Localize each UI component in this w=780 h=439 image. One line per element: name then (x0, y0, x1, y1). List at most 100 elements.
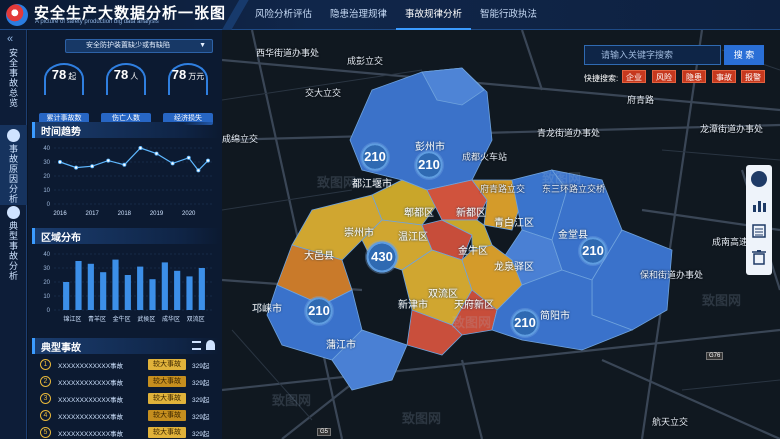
bar (100, 272, 107, 310)
place-label: 西华街道办事处 (256, 48, 320, 58)
bar (87, 263, 94, 310)
side-tabs: « 安全事故总览 事故原因分析 典型事故分析 (0, 30, 27, 439)
bar (149, 279, 156, 310)
count-bubble[interactable]: 210 (360, 142, 390, 172)
bar-chart-icon[interactable] (751, 197, 767, 213)
quick-tag-accident[interactable]: 事故 (712, 70, 736, 83)
bar (161, 262, 168, 310)
stat-value: 78 人 (113, 67, 139, 82)
stat-loss: 78 万元 经济损失 (162, 63, 214, 125)
data-point (186, 155, 191, 160)
data-point (106, 158, 111, 163)
trash-icon[interactable] (751, 249, 767, 265)
incident-count: 329起 (192, 380, 210, 387)
stat-casualties: 78 人 伤亡人数 (100, 63, 152, 125)
district-label: 龙泉驿区 (494, 262, 534, 273)
district-label: 郫都区 (404, 208, 434, 219)
place-label: 航天立交 (652, 417, 689, 427)
region-chart: 0 10 20 30 40 锦江区 青羊区 金牛区 武侯区 成华区 双流区 (32, 248, 220, 328)
quick-tag-enterprise[interactable]: 企业 (622, 70, 646, 83)
sidebar-item-label: 事故原因分析 (8, 144, 18, 204)
region-section-title: 区域分布 (32, 228, 220, 244)
cause-dropdown[interactable]: 安全防护装置缺少或有缺陷 ▼ (65, 39, 213, 53)
list-icon[interactable] (751, 223, 767, 239)
place-label: 成绵立交 (222, 134, 259, 144)
list-item[interactable]: 1 XXXXXXXXXXXX事故 较大事故 329起 (36, 358, 218, 372)
search-button[interactable]: 搜 索 (724, 45, 764, 65)
watermark: 致图网 (452, 315, 492, 330)
incident-count: 329起 (192, 397, 210, 404)
user-settings-icon[interactable] (206, 340, 215, 350)
sidebar-item-cause[interactable]: 事故原因分析 (0, 125, 27, 205)
collapse-icon[interactable]: « (7, 33, 13, 45)
incident-title: XXXXXXXXXXXX事故 (58, 363, 124, 370)
district-label: 邛崃市 (252, 304, 282, 315)
place-label: 成都火车站 (462, 152, 508, 162)
bar (186, 276, 193, 310)
district-label: 金牛区 (458, 246, 488, 257)
place-label: 府青路立交 (480, 184, 526, 194)
count-bubble[interactable]: 210 (304, 296, 334, 326)
list-item[interactable]: 2 XXXXXXXXXXXX事故 较大事故 329起 (36, 375, 218, 389)
quick-tag-alarm[interactable]: 报警 (741, 70, 765, 83)
y-tick-label: 0 (47, 308, 51, 314)
count-bubble[interactable]: 430 (365, 240, 399, 274)
severity-badge: 较大事故 (148, 393, 186, 404)
x-tick-label: 2020 (182, 211, 196, 217)
watermark: 致图网 (317, 175, 357, 190)
highway-shield: G76 (706, 352, 724, 360)
header: 安全生产大数据分析一张图 A picture of safety product… (0, 0, 780, 30)
quick-tag-hazard[interactable]: 隐患 (682, 70, 706, 83)
watermark: 致图网 (402, 411, 442, 426)
place-label: 成南高速 (712, 237, 749, 247)
highway-shield: G5 (317, 428, 332, 436)
bar (124, 275, 131, 310)
district-label: 温江区 (398, 232, 428, 243)
map-area[interactable]: 致图网 致图网 致图网 致图网 致图网 致图网 西华街道办事处 成彭立交 交大立… (222, 30, 780, 439)
incident-count: 329起 (192, 363, 210, 370)
district-label: 简阳市 (540, 311, 570, 322)
section-title-text: 典型事故 (41, 343, 81, 354)
line-chart: 0 10 20 30 40 2016 2017 2018 2019 2020 (43, 146, 214, 217)
bar-chart: 0 10 20 30 40 锦江区 青羊区 金牛区 武侯区 成华区 双流区 (43, 252, 214, 323)
count-bubble[interactable]: 210 (510, 308, 540, 338)
place-label: 府青路 (627, 95, 655, 105)
data-point (205, 158, 210, 163)
quick-tag-risk[interactable]: 风险 (652, 70, 676, 83)
stat-accidents: 78 起 累计事故数 (38, 63, 90, 125)
count-bubble[interactable]: 210 (578, 236, 608, 266)
trend-line (59, 147, 209, 172)
incident-title: XXXXXXXXXXXX事故 (58, 431, 124, 438)
severity-badge: 较大事故 (148, 427, 186, 438)
count-bubble[interactable]: 210 (414, 150, 444, 180)
tab-smart-enforcement[interactable]: 智能行政执法 (471, 0, 546, 30)
y-tick-label: 10 (43, 188, 50, 194)
tab-risk-analysis[interactable]: 风险分析评估 (246, 0, 321, 30)
list-item[interactable]: 5 XXXXXXXXXXXX事故 较大事故 329起 (36, 426, 218, 439)
sidebar-item-label: 安全事故总览 (8, 48, 18, 108)
data-point (170, 161, 175, 166)
pie-chart-icon (7, 129, 20, 142)
district-label: 蒲江市 (326, 340, 356, 351)
y-tick-label: 20 (43, 174, 50, 180)
place-label: 东三环路立交桥 (542, 184, 606, 194)
data-point (138, 146, 143, 151)
sidebar-item-overview[interactable]: 安全事故总览 (0, 48, 27, 128)
list-item[interactable]: 3 XXXXXXXXXXXX事故 较大事故 329起 (36, 392, 218, 406)
place-label: 龙潭街道办事处 (700, 124, 764, 134)
severity-badge: 较大事故 (148, 376, 186, 387)
list-item[interactable]: 4 XXXXXXXXXXXX事故 较大事故 329起 (36, 409, 218, 423)
globe-icon[interactable] (751, 171, 767, 187)
list-icon[interactable] (192, 341, 201, 350)
place-label: 保和街道办事处 (640, 270, 704, 280)
sidebar-item-typical[interactable]: 典型事故分析 (0, 202, 27, 282)
tab-hazard-governance[interactable]: 隐患治理规律 (321, 0, 396, 30)
section-title-text: 区域分布 (41, 233, 81, 244)
search-input[interactable] (584, 45, 721, 65)
watermark: 致图网 (702, 293, 742, 308)
district-label: 都江堰市 (352, 179, 392, 190)
top-nav: 风险分析评估 隐患治理规律 事故规律分析 智能行政执法 (246, 0, 546, 30)
tab-accident-analysis[interactable]: 事故规律分析 (396, 0, 472, 30)
x-tick-label: 武侯区 (137, 315, 155, 323)
bar (112, 259, 119, 310)
